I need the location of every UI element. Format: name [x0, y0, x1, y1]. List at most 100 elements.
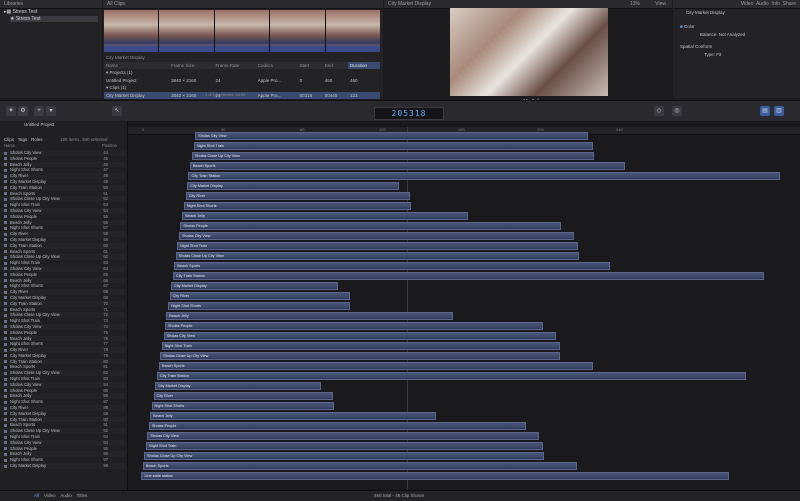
timeline-clip[interactable]: Sholas People	[148, 422, 527, 430]
tab-video-roles[interactable]: Video	[44, 493, 55, 498]
insert-icon[interactable]: ▾	[46, 106, 56, 116]
type-select[interactable]: Fit	[716, 52, 721, 57]
list-item[interactable]: City Market Display 98	[0, 463, 126, 469]
timeline-clip[interactable]: City Market Display	[171, 282, 339, 290]
timeline-clip[interactable]: Sholas City View	[163, 332, 557, 340]
list-item-label: Sholas Close Up City View	[10, 254, 60, 260]
clip-icon	[4, 325, 7, 329]
timeline-clip[interactable]: Sholas City View	[195, 132, 589, 140]
transitions-icon[interactable]: ▥	[774, 106, 784, 116]
clip-label: Sholas People	[167, 323, 193, 328]
timeline-clip[interactable]: Line state station	[141, 472, 730, 480]
tab-video[interactable]: Video	[741, 1, 754, 7]
timeline-clip[interactable]: Night Shot Train	[161, 342, 561, 350]
tab-all[interactable]: All	[34, 493, 39, 498]
clip-icon	[4, 331, 7, 335]
clip-label: Beach Sports	[145, 463, 169, 468]
timeline-clip[interactable]: Beach Jelly	[182, 212, 469, 220]
clip-icon	[4, 400, 7, 404]
timeline-clip[interactable]: Beach Sports	[174, 262, 611, 270]
event-item-stress-test[interactable]: ★ Stress Test	[10, 16, 98, 22]
clip-label: City River	[156, 393, 173, 398]
zoom-level[interactable]: 13%	[630, 0, 640, 8]
list-item-label: Sholas People	[10, 329, 38, 335]
clip-icon	[4, 418, 7, 422]
timeline-clip[interactable]: Sholas Close Up City View	[191, 152, 594, 160]
timeline-clip[interactable]: Sholas Close Up City View	[144, 452, 544, 460]
tab-audio-roles[interactable]: Audio	[60, 493, 72, 498]
tool-select-icon[interactable]: ↖	[112, 106, 122, 116]
clip-icon	[4, 348, 7, 352]
tab-clips[interactable]: Clips	[4, 137, 14, 142]
magic-wand-icon[interactable]: ✦	[6, 106, 16, 116]
col-frame-rate[interactable]: Frame Rate	[213, 62, 256, 69]
timeline-clip[interactable]: Sholas City View	[147, 432, 540, 440]
col-position[interactable]: Position	[102, 143, 117, 148]
zoom-icon[interactable]: ◎	[672, 106, 682, 116]
tab-audio[interactable]: Audio	[756, 1, 769, 7]
table-row[interactable]: Untitled Project 3840 × 2160 24 Apple Pro..…	[104, 77, 380, 84]
timeline-clip[interactable]: Beach Jelly	[150, 412, 436, 420]
timeline-clip[interactable]: City River	[169, 292, 350, 300]
spatial-conform-section[interactable]: Spatial Conform	[680, 44, 712, 49]
col-start[interactable]: Start	[297, 62, 323, 69]
col-end[interactable]: End	[322, 62, 348, 69]
col-name[interactable]: Name	[104, 62, 170, 69]
clip-icon	[4, 238, 7, 242]
col-frame-size[interactable]: Frame Size	[169, 62, 214, 69]
timeline-clip[interactable]: City Train Station	[173, 272, 764, 280]
timeline-clip[interactable]: City Market Display	[154, 382, 321, 390]
filmstrip[interactable]	[104, 10, 381, 52]
timeline-clip[interactable]: Sholas Close Up City View	[175, 252, 579, 260]
color-section[interactable]: ■ Color	[680, 24, 695, 29]
timeline-clip[interactable]: Night Shot Train	[193, 142, 593, 150]
col-duration[interactable]: Duration	[347, 62, 380, 69]
timeline-clip[interactable]: City Train Station	[188, 172, 780, 180]
timeline-clip[interactable]: City Train Station	[156, 372, 747, 380]
tab-tags[interactable]: Tags	[18, 137, 28, 142]
clip-icon	[4, 296, 7, 300]
timeline-clip[interactable]: Sholas People	[164, 322, 544, 330]
group-projects[interactable]: ▾ Projects (1)	[104, 69, 380, 77]
timeline-clip[interactable]: Night Shot Shorts	[168, 302, 351, 310]
timeline-clip[interactable]: Beach Sports	[142, 462, 577, 470]
timeline-clip[interactable]: Night Shot Train	[146, 442, 544, 450]
gear-icon[interactable]: ⚙	[18, 106, 28, 116]
timeline-clip[interactable]: City River	[185, 192, 411, 200]
timeline-clip[interactable]: Beach Sports	[189, 162, 626, 170]
list-item-label: Night Shot Train	[10, 202, 41, 208]
timeline-clip[interactable]: City River	[153, 392, 333, 400]
timeline-clip[interactable]: City Market Display	[187, 182, 399, 190]
library-item-stress-test[interactable]: ▸▦ Stress Test	[4, 9, 98, 15]
timeline-clip[interactable]: Night Shot Shorts	[151, 402, 334, 410]
timeline-clip[interactable]: Beach Jelly	[166, 312, 454, 320]
tab-info[interactable]: Info	[772, 1, 780, 7]
col-codecs[interactable]: Codecs	[255, 62, 298, 69]
clip-label: Beach Jelly	[185, 213, 205, 218]
tab-share[interactable]: Share	[783, 1, 796, 7]
viewer-image[interactable]	[450, 8, 608, 96]
project-name: Untitled Project	[24, 122, 55, 127]
timeline-clip[interactable]: Sholas Close Up City View	[160, 352, 561, 360]
timeline-clip[interactable]: Sholas People	[180, 222, 562, 230]
clip-label: Sholas Close Up City View	[163, 353, 209, 358]
timecode-display[interactable]: 205318	[374, 107, 444, 120]
timeline-clip[interactable]: Night Shot Shorts	[183, 202, 411, 210]
clip-icon	[4, 192, 7, 196]
timeline-clip[interactable]: Beach Sports	[158, 362, 594, 370]
col-name[interactable]: Name	[4, 143, 15, 148]
tab-roles[interactable]: Roles	[31, 137, 43, 142]
list-item-label: Sholas City View	[10, 439, 42, 445]
timeline[interactable]: 0 40 80 120 160 200 240 Sholas City View Night …	[128, 121, 800, 490]
timeline-clip[interactable]: Night Shot Train	[177, 242, 579, 250]
tab-titles[interactable]: Titles	[77, 493, 88, 498]
clip-icon	[4, 377, 7, 381]
connect-clip-icon[interactable]: +	[34, 106, 44, 116]
clip-label: Beach Jelly	[153, 413, 173, 418]
clip-icon	[4, 267, 7, 271]
view-menu[interactable]: View	[655, 0, 666, 8]
group-clips[interactable]: ▾ Clips (1)	[104, 84, 380, 92]
snapping-icon[interactable]: ◇	[654, 106, 664, 116]
effects-icon[interactable]: ▤	[760, 106, 770, 116]
timeline-clip[interactable]: Sholas City View	[179, 232, 575, 240]
